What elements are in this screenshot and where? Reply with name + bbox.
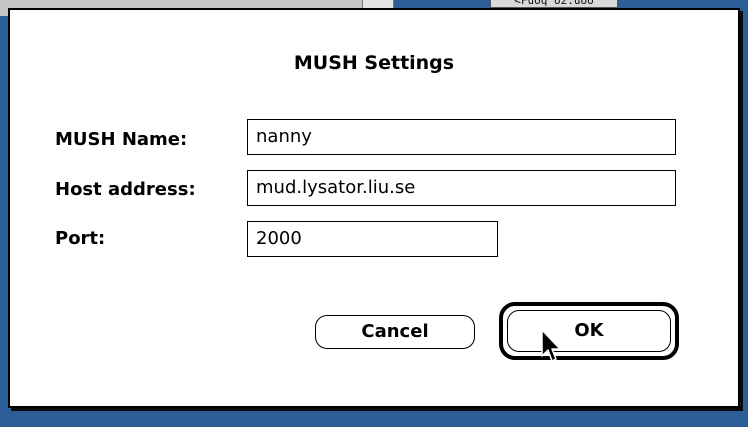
mush-name-label: MUSH Name: xyxy=(55,129,188,150)
desktop-background-bottom xyxy=(0,411,748,427)
port-input[interactable]: 2000 xyxy=(247,221,498,257)
mush-settings-dialog: MUSH Settings MUSH Name: nanny Host addr… xyxy=(8,8,740,408)
dialog-title: MUSH Settings xyxy=(293,52,455,74)
host-address-input[interactable]: mud.lysator.liu.se xyxy=(247,170,676,206)
port-label: Port: xyxy=(55,228,106,249)
cancel-button[interactable]: Cancel xyxy=(315,315,475,349)
background-window-label: <Fuoq o2.uoo xyxy=(490,0,618,8)
host-address-label: Host address: xyxy=(55,179,196,200)
mush-name-input[interactable]: nanny xyxy=(247,119,676,155)
ok-button[interactable]: OK xyxy=(507,310,671,352)
arrow-cursor-icon xyxy=(541,329,561,362)
